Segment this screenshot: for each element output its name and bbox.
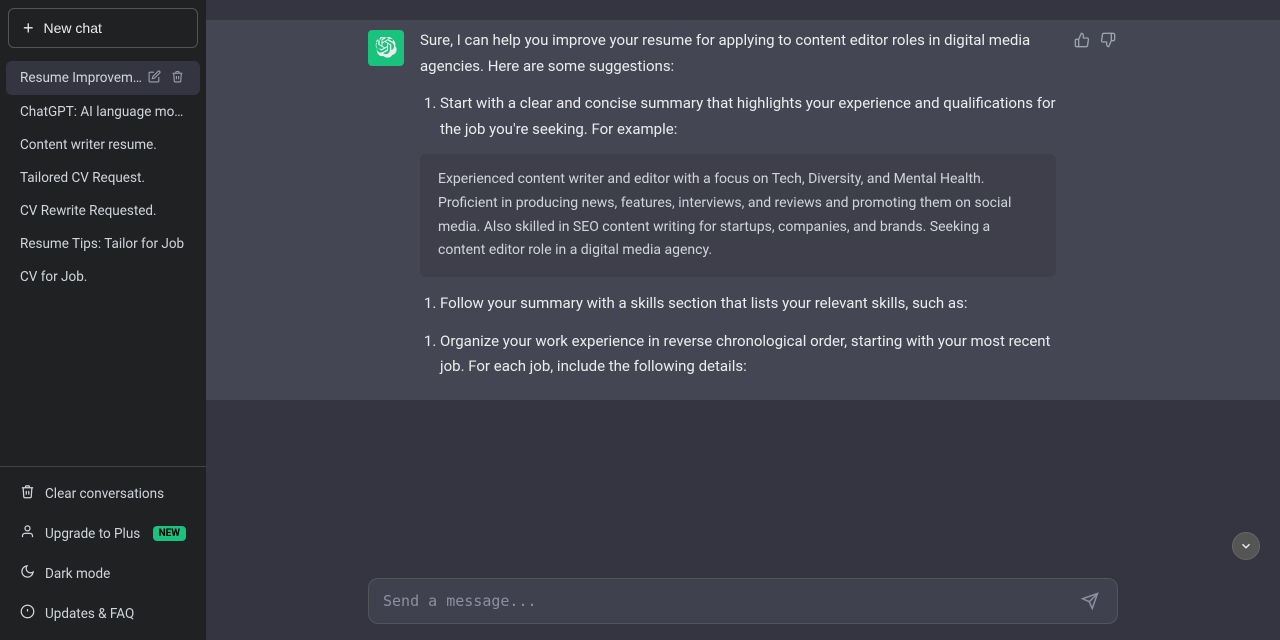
new-badge: NEW [153, 526, 186, 541]
conv-item-actions [146, 69, 186, 87]
conv-item-label: Resume Tips: Tailor for Job [20, 236, 186, 252]
suggestion-2-list: Follow your summary with a skills sectio… [420, 291, 1056, 317]
upgrade-label: Upgrade to Plus [45, 526, 140, 542]
sidebar-bottom-updates[interactable]: Updates & FAQ [6, 594, 200, 633]
sidebar-bottom-clear[interactable]: Clear conversations [6, 474, 200, 513]
suggestion-2: Follow your summary with a skills sectio… [440, 291, 1056, 317]
suggestion-3-list: Organize your work experience in reverse… [420, 329, 1056, 380]
updates-icon [20, 604, 35, 623]
plus-icon: + [23, 19, 34, 37]
assistant-intro-text: Sure, I can help you improve your resume… [420, 28, 1056, 79]
sidebar-item-cv-rewrite[interactable]: CV Rewrite Requested. [6, 195, 200, 227]
clear-icon [20, 484, 35, 503]
delete-conv-button[interactable] [169, 69, 186, 87]
assistant-message-row: Sure, I can help you improve your resume… [206, 20, 1280, 400]
suggestion-3: Organize your work experience in reverse… [440, 329, 1056, 380]
sidebar-item-resume-improvement[interactable]: Resume Improvement A [6, 61, 200, 95]
feedback-icons [1072, 28, 1118, 55]
sidebar-bottom-upgrade[interactable]: Upgrade to Plus NEW [6, 514, 200, 553]
thumbs-down-button[interactable] [1098, 30, 1118, 55]
suggestion-1: Start with a clear and concise summary t… [440, 91, 1056, 142]
suggestions-list: Start with a clear and concise summary t… [420, 91, 1056, 142]
sidebar-item-tailored-cv[interactable]: Tailored CV Request. [6, 162, 200, 194]
conversation-list: Resume Improvement A ChatGPT: AI language… [0, 56, 206, 466]
send-button[interactable] [1077, 590, 1103, 612]
sidebar-bottom: Clear conversations Upgrade to Plus NEW Dar… [0, 466, 206, 640]
conv-item-label: CV Rewrite Requested. [20, 203, 186, 219]
new-chat-button[interactable]: + New chat [8, 8, 198, 48]
sidebar-item-resume-tips[interactable]: Resume Tips: Tailor for Job [6, 228, 200, 260]
edit-conv-button[interactable] [146, 69, 163, 87]
conv-item-label: Resume Improvement A [20, 70, 146, 86]
clear-label: Clear conversations [45, 486, 164, 502]
scroll-down-button[interactable] [1232, 532, 1260, 560]
assistant-message-content: Sure, I can help you improve your resume… [420, 28, 1056, 392]
updates-label: Updates & FAQ [45, 606, 134, 622]
conv-item-label: ChatGPT: AI language model. [20, 104, 186, 120]
input-wrapper [368, 578, 1118, 624]
thumbs-up-button[interactable] [1072, 30, 1092, 55]
main-content: Sure, I can help you improve your resume… [206, 0, 1280, 640]
dark-mode-icon [20, 564, 35, 583]
block-quote: Experienced content writer and editor wi… [420, 154, 1056, 277]
conv-item-label: Tailored CV Request. [20, 170, 186, 186]
chat-input[interactable] [383, 589, 1077, 613]
dark-mode-label: Dark mode [45, 566, 110, 582]
new-chat-label: New chat [44, 20, 102, 36]
chat-scroll[interactable]: Sure, I can help you improve your resume… [206, 0, 1280, 566]
input-area [206, 566, 1280, 640]
sidebar-item-cv-for-job[interactable]: CV for Job. [6, 261, 200, 293]
conv-item-label: CV for Job. [20, 269, 186, 285]
sidebar-item-content-writer[interactable]: Content writer resume. [6, 129, 200, 161]
assistant-avatar [368, 30, 404, 66]
conv-item-label: Content writer resume. [20, 137, 186, 153]
sidebar-bottom-dark-mode[interactable]: Dark mode [6, 554, 200, 593]
upgrade-icon [20, 524, 35, 543]
sidebar-item-chatgpt-ai[interactable]: ChatGPT: AI language model. [6, 96, 200, 128]
sidebar: + New chat Resume Improvement A ChatGPT: … [0, 0, 206, 640]
